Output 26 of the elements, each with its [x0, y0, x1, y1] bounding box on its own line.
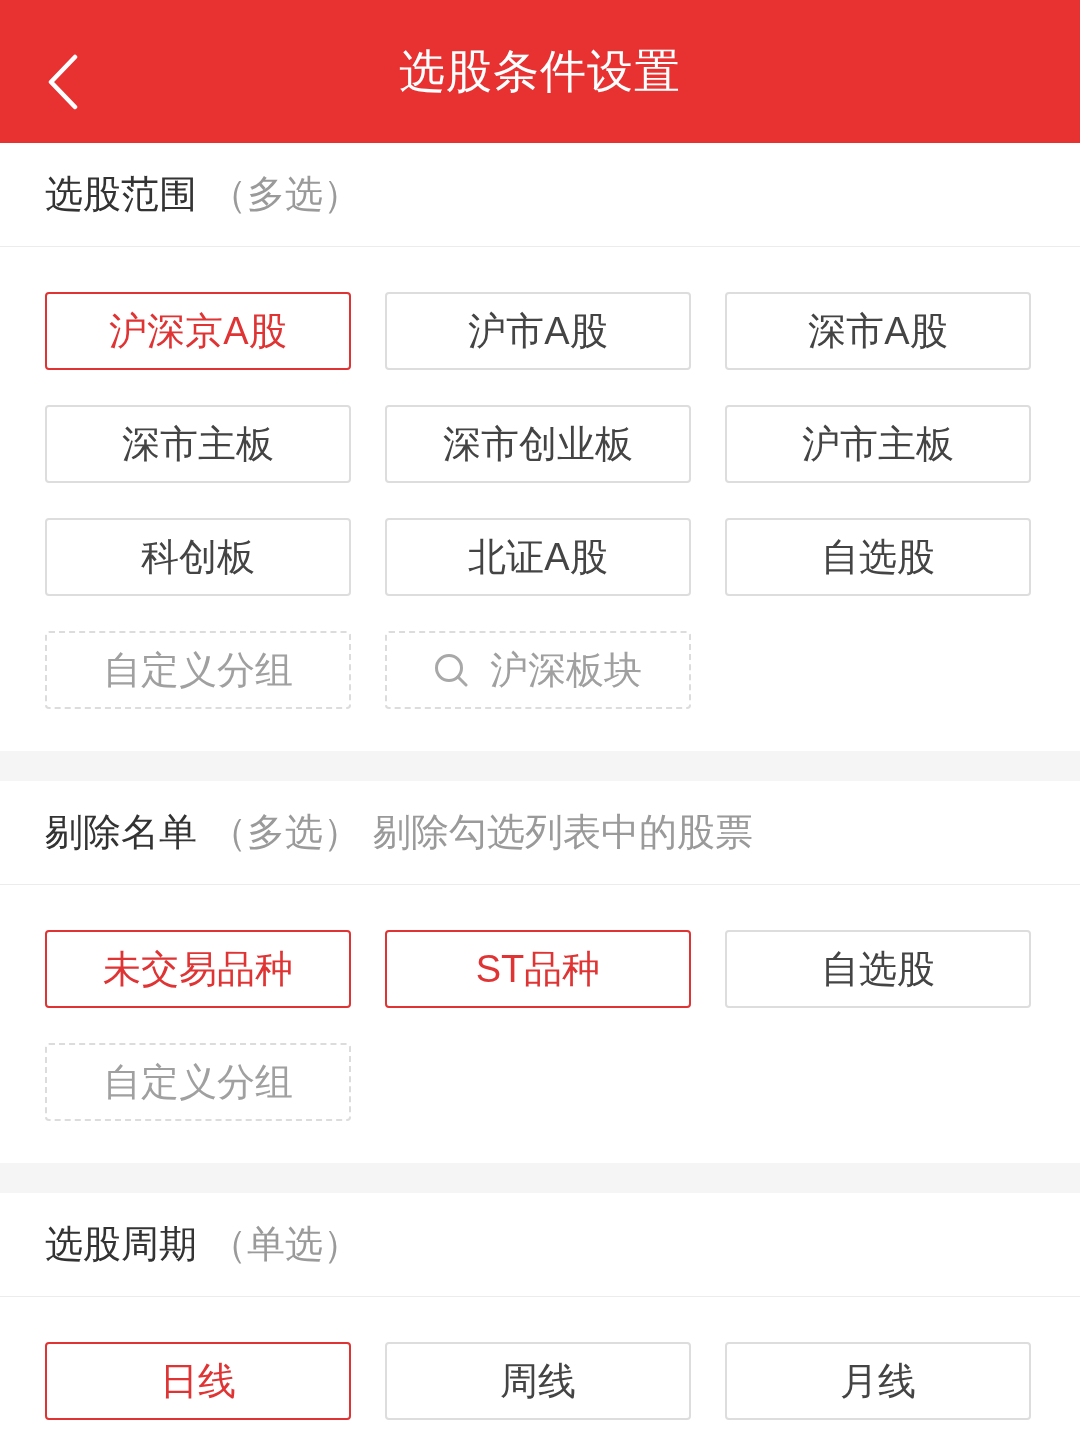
option-button[interactable]: 深市主板 [45, 405, 351, 483]
section-hint: 剔除勾选列表中的股票 [373, 810, 753, 855]
section-title: 选股周期 [45, 1222, 197, 1267]
option-button[interactable]: 北证A股 [385, 518, 691, 596]
option-button[interactable]: ST品种 [385, 930, 691, 1008]
option-button[interactable]: 深市创业板 [385, 405, 691, 483]
option-button[interactable]: 沪市A股 [385, 292, 691, 370]
option-button[interactable]: 自选股 [725, 518, 1031, 596]
option-button[interactable]: 月线 [725, 1342, 1031, 1420]
option-button[interactable]: 深市A股 [725, 292, 1031, 370]
section-note: （多选） [209, 172, 361, 217]
section-title: 选股范围 [45, 172, 197, 217]
section-note: （多选） [209, 810, 361, 855]
button-label: 沪深板块 [490, 647, 642, 693]
option-button[interactable]: 周线 [385, 1342, 691, 1420]
option-button[interactable]: 日线 [45, 1342, 351, 1420]
section-note: （单选） [209, 1222, 361, 1267]
option-button[interactable]: 未交易品种 [45, 930, 351, 1008]
option-button[interactable]: 科创板 [45, 518, 351, 596]
search-icon [434, 653, 468, 687]
section-title: 剔除名单 [45, 810, 197, 855]
page-title: 选股条件设置 [399, 43, 681, 99]
back-chevron-icon [46, 54, 80, 110]
option-button[interactable]: 沪深京A股 [45, 292, 351, 370]
option-button[interactable]: 沪市主板 [725, 405, 1031, 483]
option-button[interactable]: 自选股 [725, 930, 1031, 1008]
